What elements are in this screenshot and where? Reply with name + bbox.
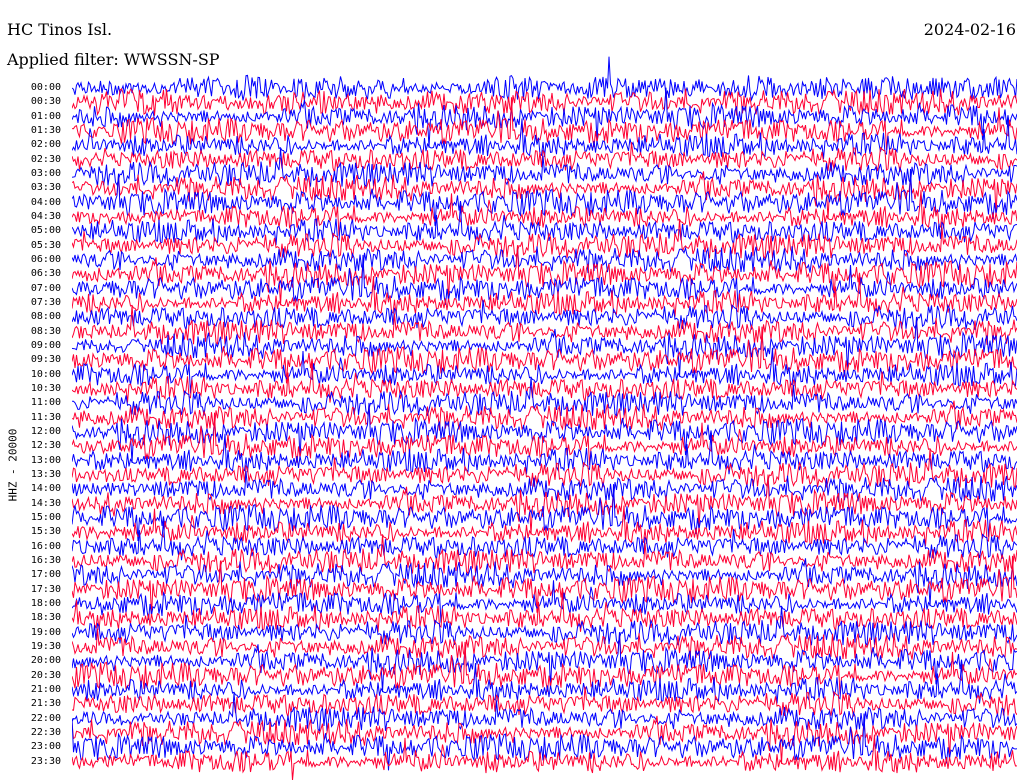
trace-row-1700: [72, 558, 1017, 607]
time-tick-label: 18:00: [30, 597, 61, 609]
time-tick-label: 04:30: [30, 210, 61, 222]
time-tick-label: 19:30: [30, 640, 61, 652]
trace-row-2130: [72, 686, 1017, 718]
time-tick-label: 14:30: [30, 497, 61, 509]
time-tick-label: 05:00: [30, 225, 61, 237]
time-tick-label: 09:30: [30, 354, 61, 366]
time-tick-label: 03:00: [30, 167, 61, 179]
time-tick-label: 00:30: [30, 96, 61, 108]
time-tick-label: 12:30: [30, 440, 61, 452]
time-tick-label: 08:00: [30, 311, 61, 323]
time-tick-label: 21:30: [30, 698, 61, 710]
time-tick-label: 02:30: [30, 153, 61, 165]
trace-row-1030: [72, 362, 1017, 403]
time-tick-label: 01:00: [30, 110, 61, 122]
time-tick-label: 19:00: [30, 626, 61, 638]
time-tick-labels: 00:00 00:30 01:00 01:30 02:00 02:30 03:00 03:30…: [0, 0, 66, 780]
time-tick-label: 06:00: [30, 253, 61, 265]
time-tick-label: 15:30: [30, 526, 61, 538]
time-tick-label: 11:00: [30, 397, 61, 409]
time-tick-label: 20:30: [30, 669, 61, 681]
time-tick-label: 11:30: [30, 411, 61, 423]
time-tick-label: 10:00: [30, 368, 61, 380]
helicorder-chart: HC Tinos Isl. 2024-02-16 Applied filter:…: [0, 0, 1024, 780]
time-tick-label: 22:30: [30, 726, 61, 738]
time-tick-label: 01:30: [30, 124, 61, 136]
time-tick-label: 07:00: [30, 282, 61, 294]
time-tick-label: 17:30: [30, 583, 61, 595]
trace-row-1830: [72, 591, 1017, 632]
time-tick-label: 04:00: [30, 196, 61, 208]
time-tick-label: 16:30: [30, 554, 61, 566]
time-tick-label: 20:00: [30, 655, 61, 667]
time-tick-label: 23:00: [30, 741, 61, 753]
time-tick-label: 10:30: [30, 382, 61, 394]
time-tick-label: 21:00: [30, 683, 61, 695]
time-tick-label: 16:00: [30, 540, 61, 552]
time-tick-label: 13:30: [30, 468, 61, 480]
time-tick-label: 12:00: [30, 425, 61, 437]
time-tick-label: 07:30: [30, 296, 61, 308]
time-tick-label: 02:00: [30, 139, 61, 151]
time-tick-label: 09:00: [30, 339, 61, 351]
time-tick-label: 14:00: [30, 483, 61, 495]
time-tick-label: 08:30: [30, 325, 61, 337]
trace-row-2200: [72, 693, 1017, 733]
seismogram-plot: [72, 56, 1017, 780]
time-tick-label: 13:00: [30, 454, 61, 466]
time-tick-label: 15:00: [30, 511, 61, 523]
time-tick-label: 18:30: [30, 612, 61, 624]
time-tick-label: 03:30: [30, 182, 61, 194]
time-tick-label: 17:00: [30, 569, 61, 581]
trace-row-0000: [72, 56, 1017, 102]
time-tick-label: 06:30: [30, 268, 61, 280]
time-tick-label: 05:30: [30, 239, 61, 251]
time-tick-label: 00:00: [30, 82, 61, 93]
time-tick-label: 22:00: [30, 712, 61, 724]
time-tick-label: 23:30: [30, 755, 61, 767]
